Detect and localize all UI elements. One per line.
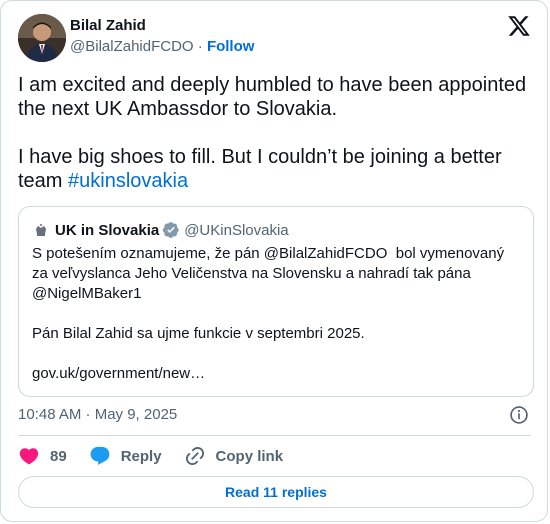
quoted-author-avatar: [33, 222, 49, 238]
likes-count: 89: [50, 447, 67, 465]
quoted-tweet-text: S potešením oznamujeme, že pán @BilalZah…: [32, 245, 505, 382]
author-handle[interactable]: @BilalZahidFCDO: [70, 38, 194, 55]
x-logo-icon[interactable]: [507, 14, 531, 38]
heart-icon: [19, 448, 39, 465]
like-button[interactable]: 89: [18, 445, 67, 467]
tweet-actions: 89 Reply Copy link: [18, 444, 305, 468]
author-info: Bilal Zahid @BilalZahidFCDO · Follow: [70, 16, 254, 57]
link-icon: [185, 446, 204, 466]
info-icon[interactable]: [509, 405, 529, 425]
quoted-author-name: UK in Slovakia: [55, 221, 160, 239]
author-display-name[interactable]: Bilal Zahid: [70, 16, 254, 36]
royal-crest-icon: [36, 224, 46, 236]
tweet-header: Bilal Zahid @BilalZahidFCDO · Follow: [18, 14, 531, 62]
verified-badge-icon: [163, 222, 179, 238]
follow-button[interactable]: Follow: [207, 38, 255, 55]
read-replies-button[interactable]: Read 11 replies: [18, 476, 534, 508]
tweet-embed-card: Bilal Zahid @BilalZahidFCDO · Follow I a…: [0, 0, 548, 522]
quoted-tweet-header: UK in Slovakia @UKinSlovakia: [33, 220, 289, 240]
author-handle-line: @BilalZahidFCDO · Follow: [70, 37, 254, 57]
reply-button[interactable]: Reply: [89, 445, 162, 467]
copy-link-button[interactable]: Copy link: [184, 445, 284, 467]
handle-separator: ·: [197, 38, 203, 55]
quoted-author-handle: @UKinSlovakia: [184, 221, 289, 239]
author-avatar[interactable]: [18, 14, 66, 62]
reply-label: Reply: [120, 447, 162, 465]
copy-link-label: Copy link: [215, 447, 284, 465]
quoted-tweet[interactable]: UK in Slovakia @UKinSlovakia S potešením…: [18, 206, 534, 397]
divider: [18, 435, 531, 436]
tweet-text: I am excited and deeply humbled to have …: [18, 73, 534, 193]
hashtag-link[interactable]: #ukinslovakia: [68, 170, 188, 192]
tweet-meta: 10:48 AM · May 9, 2025: [18, 404, 531, 426]
tweet-timestamp[interactable]: 10:48 AM · May 9, 2025: [18, 406, 177, 423]
speech-bubble-icon: [90, 446, 110, 465]
